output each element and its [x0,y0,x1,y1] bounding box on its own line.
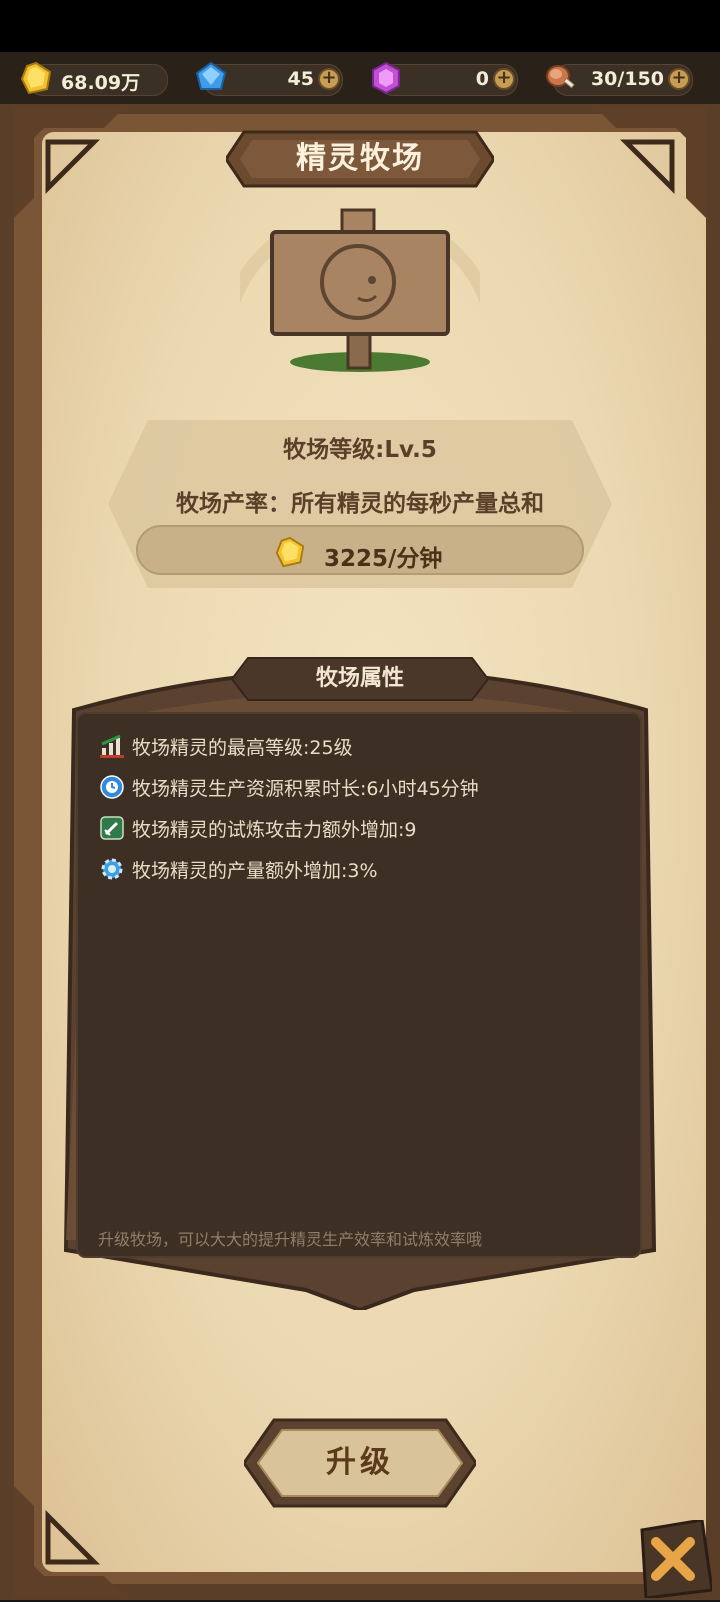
gem-value: 45 [287,68,314,90]
ranch-rate-description: 牧场产率：所有精灵的每秒产量总和 [176,491,544,517]
ranch-level: 牧场等级:Lv.5 [283,437,437,463]
food-value: 30/150 [590,68,664,90]
gold-counter: 68.09万 [20,61,168,96]
status-strip [0,0,720,52]
food-counter: 30/150 + [546,64,693,96]
gold-nugget-icon [275,536,305,568]
ranch-output-value: 3225/分钟 [324,546,443,572]
gear-icon [101,858,123,880]
meat-icon [546,65,575,89]
upgrade-button-label: 升级 [326,1445,394,1480]
attributes-title: 牧场属性 [315,666,404,691]
close-button[interactable] [632,1518,714,1600]
crystal-counter: 0 + [372,61,518,96]
ranch-sign-illustration [240,208,480,372]
gem-counter: 45 + [195,61,343,96]
bar-chart-icon [100,734,124,758]
page-title: 精灵牧场 [296,141,424,176]
attribute-text: 牧场精灵的产量额外增加:3% [132,860,378,882]
resource-bar: 68.09万 45 + 0 + 30/150 + [0,52,720,104]
sword-icon [100,816,124,840]
corner-ornament-top-left [14,108,124,218]
attribute-text: 牧场精灵的试炼攻击力额外增加:9 [132,819,417,841]
add-crystal-button[interactable]: + [493,68,515,90]
ranch-output-pill: 3225/分钟 [136,525,584,575]
attribute-text: 牧场精灵生产资源积累时长:6小时45分钟 [132,778,479,800]
purple-crystal-icon [372,61,400,95]
upgrade-hint: 升级牧场，可以大大的提升精灵生产效率和试炼效率哦 [98,1230,483,1249]
add-food-button[interactable]: + [668,68,690,90]
add-gem-button[interactable]: + [318,68,340,90]
crystal-value: 0 [475,68,489,90]
close-x-icon [640,1518,714,1600]
clock-icon [100,775,124,799]
gold-nugget-icon [20,61,52,95]
blue-diamond-icon [195,61,227,90]
attribute-text: 牧场精灵的最高等级:25级 [132,737,353,759]
corner-ornament-bottom-left [14,1486,124,1596]
corner-ornament-top-right [596,108,706,218]
upgrade-button[interactable]: 升级 [244,1418,476,1508]
gold-value: 68.09万 [61,72,141,94]
